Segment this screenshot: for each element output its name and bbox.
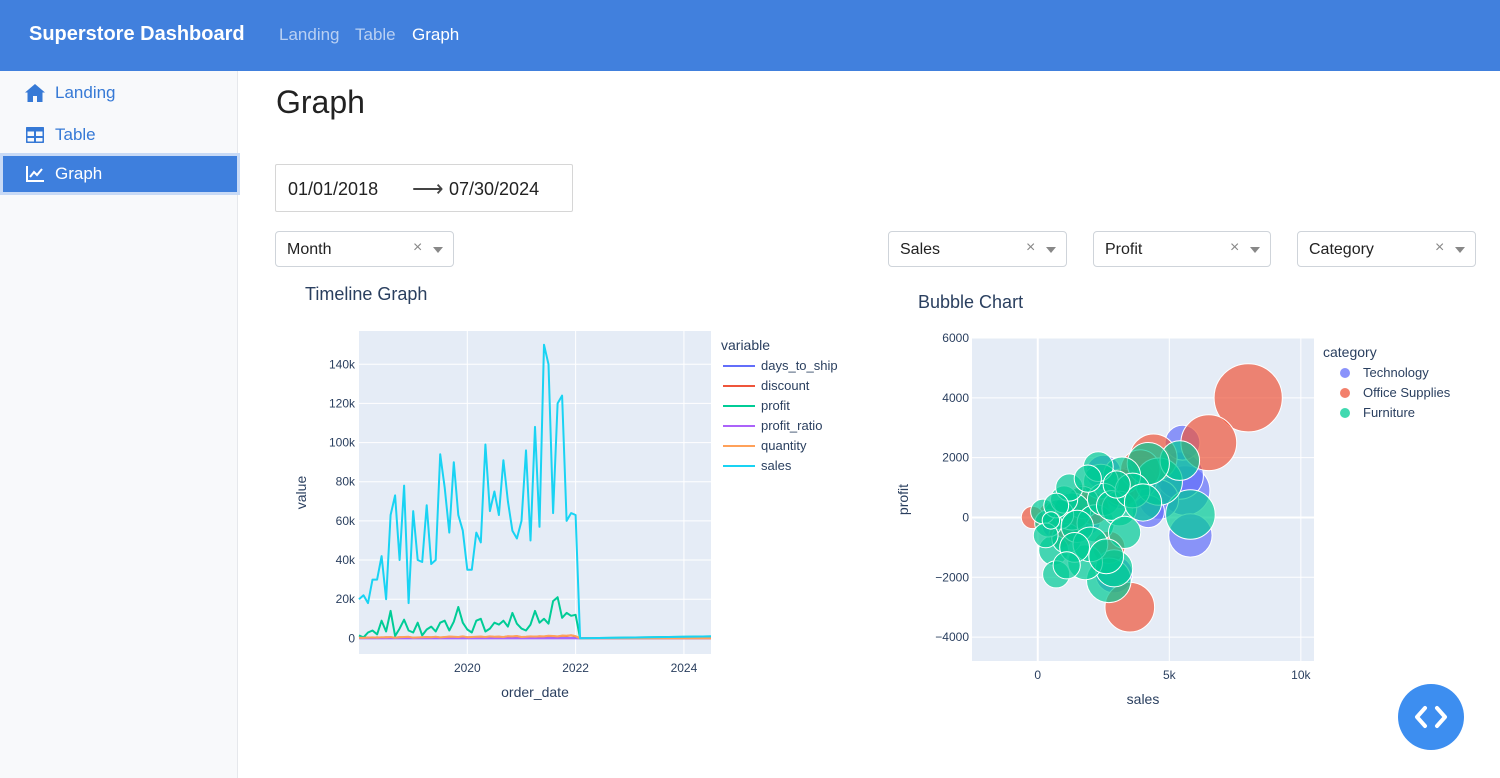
topnav-landing[interactable]: Landing <box>279 25 340 45</box>
bubble-chart[interactable]: −4000 −2000 0 2000 4000 6000 0 5k 10k sales profit… <box>890 330 1490 715</box>
date-range-picker[interactable]: 01/01/2018 ⟶ 07/30/2024 <box>275 164 573 212</box>
bubble-point <box>1102 470 1131 499</box>
legend-swatch <box>1340 388 1350 398</box>
chevron-down-icon[interactable] <box>1250 247 1260 253</box>
page-title: Graph <box>276 84 365 120</box>
topnav-table[interactable]: Table <box>355 25 396 45</box>
arrow-right-icon: ⟶ <box>412 176 444 201</box>
x-tick-label: 2024 <box>671 661 698 675</box>
legend-item-sales: sales <box>761 458 792 473</box>
table-icon <box>24 124 46 146</box>
sidebar-item-graph[interactable]: Graph <box>0 153 240 195</box>
y-tick-label: −4000 <box>935 630 969 644</box>
home-icon <box>24 82 46 104</box>
x-tick-label: 10k <box>1291 668 1311 682</box>
y-tick-label: 6000 <box>942 331 969 345</box>
legend-item-discount: discount <box>761 378 810 393</box>
legend-item-profit: profit <box>761 398 790 413</box>
bubble-point <box>1052 551 1081 580</box>
chart-line-icon <box>24 163 46 185</box>
sidebar-item-label: Table <box>55 125 96 144</box>
bubble-point <box>1041 511 1061 530</box>
bubble-point <box>1088 538 1125 575</box>
chevron-down-icon[interactable] <box>433 247 443 253</box>
x-tick-label: 2022 <box>562 661 589 675</box>
topnav-graph[interactable]: Graph <box>412 25 459 45</box>
x-axis-label: sales <box>1127 691 1160 707</box>
sidebar-item-label: Graph <box>55 164 103 183</box>
start-date-input[interactable]: 01/01/2018 <box>288 179 378 200</box>
clear-icon[interactable]: × <box>1230 239 1239 257</box>
brand-title[interactable]: Superstore Dashboard <box>29 23 245 46</box>
timeline-chart[interactable]: 0 20k 40k 60k 80k 100k 120k 140k 2020 2022 2024 ord… <box>280 325 880 705</box>
sidebar-item-landing[interactable]: Landing <box>0 72 237 114</box>
clear-icon[interactable]: × <box>1435 239 1444 257</box>
bubble-point <box>1073 464 1102 493</box>
legend-item: Technology <box>1363 365 1429 380</box>
legend-item-days_to_ship: days_to_ship <box>761 358 838 373</box>
y-tick-label: 80k <box>336 475 356 489</box>
x-metric-dropdown[interactable]: Sales × <box>888 231 1067 267</box>
period-dropdown-value: Month <box>287 241 332 258</box>
x-tick-label: 0 <box>1034 668 1041 682</box>
end-date-input[interactable]: 07/30/2024 <box>449 179 539 200</box>
y-axis-label: profit <box>895 484 911 515</box>
legend-swatch <box>1340 368 1350 378</box>
legend-item: Office Supplies <box>1363 385 1451 400</box>
legend-title: variable <box>721 337 770 353</box>
y-tick-label: 140k <box>329 357 356 371</box>
y-tick-label: 20k <box>336 592 356 606</box>
clear-icon[interactable]: × <box>413 239 422 257</box>
plot-area <box>359 331 711 654</box>
sidebar-item-label: Landing <box>55 83 116 102</box>
x-metric-dropdown-value: Sales <box>900 241 941 258</box>
code-icon <box>1415 706 1447 728</box>
color-dropdown[interactable]: Category × <box>1297 231 1476 267</box>
y-metric-dropdown-value: Profit <box>1105 241 1143 258</box>
y-tick-label: 2000 <box>942 451 969 465</box>
top-navbar: Superstore Dashboard Landing Table Graph <box>0 0 1500 71</box>
color-dropdown-value: Category <box>1309 241 1374 258</box>
period-dropdown[interactable]: Month × <box>275 231 454 267</box>
bubble-point <box>1123 483 1163 522</box>
legend-swatch <box>1340 408 1350 418</box>
x-axis-label: order_date <box>501 684 569 700</box>
chevron-down-icon[interactable] <box>1455 247 1465 253</box>
y-tick-label: 40k <box>336 553 356 567</box>
y-metric-dropdown[interactable]: Profit × <box>1093 231 1271 267</box>
y-tick-label: 60k <box>336 514 356 528</box>
legend-item: Furniture <box>1363 405 1415 420</box>
x-tick-label: 2020 <box>454 661 481 675</box>
legend-title: category <box>1323 344 1377 360</box>
clear-icon[interactable]: × <box>1026 239 1035 257</box>
legend-item-profit_ratio: profit_ratio <box>761 418 822 433</box>
y-tick-label: 4000 <box>942 391 969 405</box>
timeline-chart-title: Timeline Graph <box>305 284 428 304</box>
y-tick-label: 0 <box>962 510 969 524</box>
y-tick-label: 120k <box>329 396 356 410</box>
y-axis-label: value <box>293 476 309 510</box>
bubble-chart-title: Bubble Chart <box>918 292 1024 312</box>
x-tick-label: 5k <box>1163 668 1177 682</box>
legend-item-quantity: quantity <box>761 438 807 453</box>
sidebar-item-table[interactable]: Table <box>0 114 237 156</box>
y-tick-label: 0 <box>348 631 355 645</box>
sidebar: Landing Table Graph <box>0 71 240 778</box>
chevron-down-icon[interactable] <box>1046 247 1056 253</box>
y-tick-label: −2000 <box>935 570 969 584</box>
y-tick-label: 100k <box>329 436 356 450</box>
code-toggle-button[interactable] <box>1398 684 1464 750</box>
